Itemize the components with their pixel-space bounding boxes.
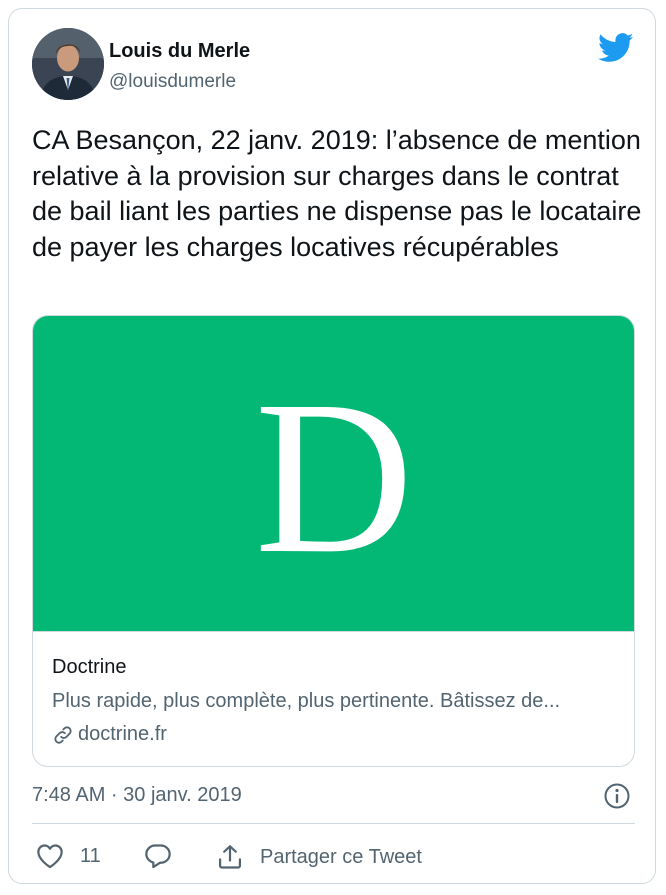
avatar[interactable]: [32, 28, 104, 100]
like-button[interactable]: 11: [36, 843, 101, 869]
avatar-image: [32, 28, 104, 100]
card-title: Doctrine: [52, 656, 127, 678]
card-description: Plus rapide, plus complète, plus pertine…: [52, 690, 561, 712]
link-icon: [54, 725, 72, 744]
tweet-text: CA Besançon, 22 janv. 2019: l’absence de…: [32, 125, 642, 262]
link-card[interactable]: D Doctrine Plus rapide, plus complète, p…: [32, 315, 635, 767]
info-icon[interactable]: [603, 782, 631, 810]
divider: [32, 823, 635, 824]
doctrine-logo: D: [255, 355, 414, 599]
heart-icon: [37, 844, 63, 869]
twitter-bird-icon[interactable]: [598, 33, 634, 63]
share-label: Partager ce Tweet: [260, 845, 422, 868]
card-domain-text: doctrine.fr: [78, 723, 167, 745]
like-count: 11: [80, 844, 101, 867]
reply-icon: [145, 844, 171, 869]
author-name[interactable]: Louis du Merle: [109, 40, 250, 63]
card-image: D: [33, 316, 634, 632]
tweet-timestamp[interactable]: 7:48 AM · 30 janv. 2019: [32, 784, 242, 807]
share-button[interactable]: Partager ce Tweet: [216, 843, 422, 871]
tweet-card: Louis du Merle @louisdumerle CA Besançon…: [8, 8, 656, 884]
reply-button[interactable]: [144, 843, 172, 869]
share-icon: [218, 845, 242, 869]
card-domain: doctrine.fr: [52, 723, 167, 746]
card-logo-letter: D: [255, 355, 414, 599]
author-handle[interactable]: @louisdumerle: [109, 71, 236, 93]
